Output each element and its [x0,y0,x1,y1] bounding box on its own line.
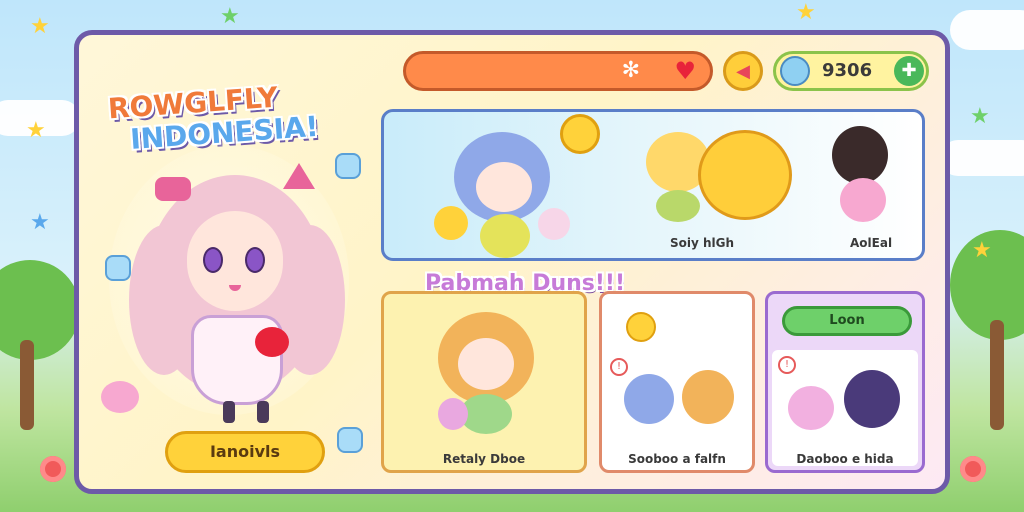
pin-icon: ! [778,356,796,374]
arrow-left-icon: ◀ [736,60,750,82]
load-button[interactable]: Loon [782,306,912,336]
character-legs [223,401,235,423]
add-currency-button[interactable]: ✚ [894,56,924,86]
currency-value: 9306 [822,60,873,81]
character-hair [275,225,345,375]
character-legs [257,401,269,423]
yellow-mascot-icon [698,130,792,220]
star-icon: ★ [796,0,816,25]
star-icon: ★ [972,238,992,263]
star-icon: ★ [220,4,240,29]
character-card[interactable]: Loon ! Daoboo e hida [765,291,925,473]
flower-bouquet [255,327,289,357]
play-button[interactable]: Ianoivls [165,431,325,473]
featured-banner[interactable]: Soiy hlGh AolEal [381,109,925,261]
star-icon: ★ [30,210,50,235]
star-bubble-icon [560,114,600,154]
pet-icon [101,381,139,413]
back-button[interactable]: ◀ [723,51,763,91]
tree-trunk [20,340,34,430]
cloud [950,10,1024,50]
character-card[interactable]: Retaly Dboe [381,291,587,473]
character-hair [624,374,674,424]
avatar[interactable] [780,56,810,86]
card-label: Retaly Dboe [442,452,526,466]
card-label: Daoboo e hida [796,452,894,466]
hair-bow-icon [155,177,191,201]
pet-icon [434,206,468,240]
character-face [476,162,532,212]
star-icon [626,312,656,342]
character-hair [832,126,888,184]
star-icon: ★ [970,104,990,129]
currency-counter: 9306 ✚ [773,51,929,91]
character-dress [656,190,700,222]
star-icon: ★ [26,118,46,143]
pin-icon: ! [610,358,628,376]
character-hair [682,370,734,424]
sparkle-icon: ✻ [621,58,640,83]
plus-icon: ✚ [901,60,917,81]
pet-icon [438,398,468,430]
character-face [458,338,514,390]
game-menu-panel: ROWGLFLY INDONESIA! ✻ ♥ ◀ 9306 ✚ Ianoivl… [74,30,950,494]
featured-item-label: Soiy hlGh [670,236,735,250]
star-icon: ★ [30,14,50,39]
cat-ear-icon [283,163,315,189]
eye [245,247,265,273]
flower [40,456,66,482]
mini-creature-icon [337,427,363,453]
mini-creature-icon [105,255,131,281]
cloud [940,140,1024,176]
featured-item-label: AolEal [850,236,893,250]
character-face [187,211,283,311]
pet-icon [538,208,570,240]
tree [0,260,80,360]
character-hair [788,386,834,430]
tree-trunk [990,320,1004,430]
flower [960,456,986,482]
card-label: Sooboo a falfn [628,452,726,466]
eye [203,247,223,273]
mouth [229,285,241,291]
character-hair [844,370,900,428]
character-dress [840,178,886,222]
character-card[interactable]: ! Sooboo a falfn [599,291,755,473]
search-bar[interactable]: ✻ ♥ [403,51,713,91]
heart-icon[interactable]: ♥ [674,57,696,85]
character-dress [480,214,530,258]
mini-creature-icon [335,153,361,179]
